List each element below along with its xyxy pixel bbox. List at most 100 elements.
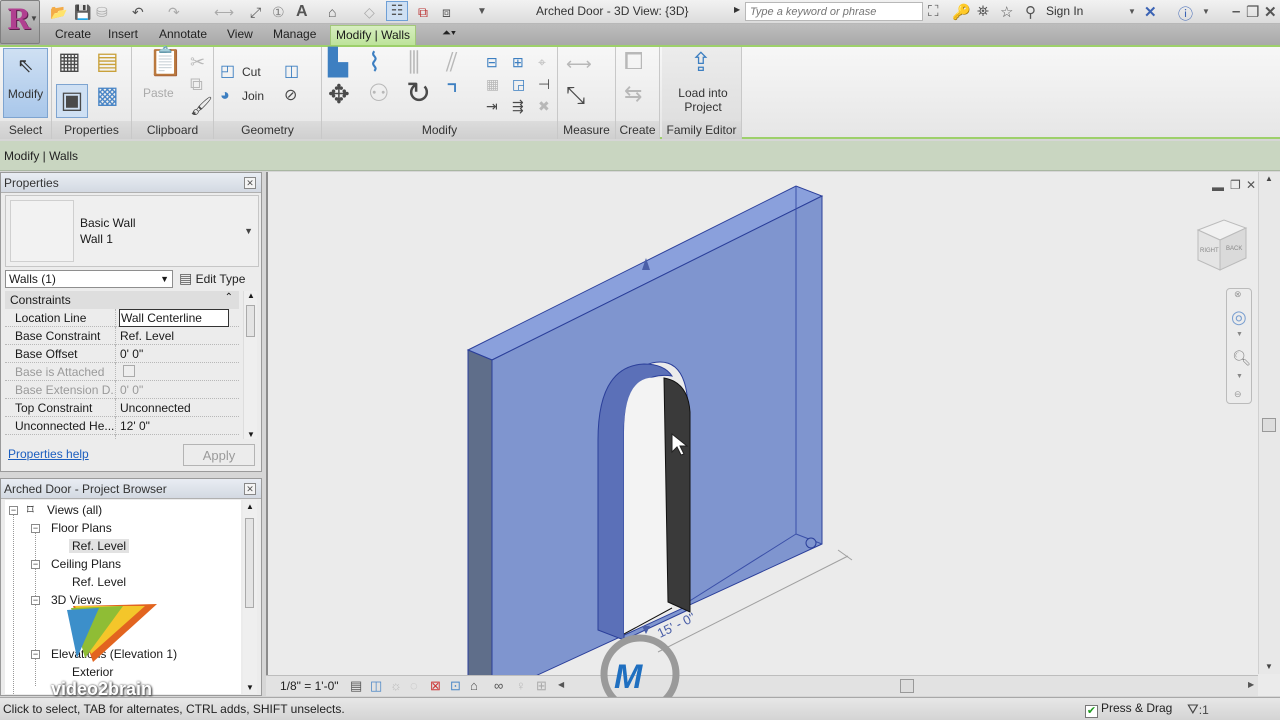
copy-icon[interactable]: ⧉ — [190, 74, 203, 94]
split-element-icon[interactable]: ⊟ — [486, 52, 498, 72]
properties-toggle-icon[interactable]: ▣ — [56, 84, 88, 118]
tree-node-exterior[interactable]: Exterior — [72, 665, 113, 679]
scroll-right-icon[interactable]: ▶ — [1248, 680, 1254, 689]
tree-node-ceiling-ref-level[interactable]: Ref. Level — [72, 575, 126, 589]
split-face-icon[interactable]: ⊘ — [284, 86, 297, 106]
horizontal-scrollbar-thumb[interactable] — [900, 679, 914, 693]
sign-in-dropdown-icon[interactable]: ▼ — [1128, 7, 1136, 16]
section-icon[interactable]: ◇ — [364, 4, 375, 20]
scroll-up-icon[interactable]: ▲ — [246, 502, 254, 511]
sign-in-button[interactable]: Sign In — [1046, 4, 1083, 18]
property-row[interactable]: Top Constraint Unconnected — [5, 399, 239, 417]
close-browser-icon[interactable]: ✕ — [244, 483, 256, 495]
type-selector[interactable]: Basic Wall Wall 1 ▼ — [5, 195, 259, 267]
close-icon[interactable]: ✕ — [1264, 3, 1277, 21]
visual-style-icon[interactable]: ◫ — [370, 678, 382, 694]
tab-view[interactable]: View — [227, 27, 253, 41]
location-line-field[interactable]: Wall Centerline — [119, 309, 229, 327]
tab-insert[interactable]: Insert — [108, 27, 138, 41]
offset-icon[interactable]: ⌇ — [368, 49, 381, 75]
detail-level-icon[interactable]: ▤ — [350, 678, 362, 694]
customize-qat-icon[interactable]: ▼ — [477, 4, 487, 20]
scroll-down-icon[interactable]: ▼ — [246, 683, 254, 692]
measure-icon[interactable]: ⟷ — [214, 4, 234, 20]
array-icon[interactable]: ▦ — [486, 74, 499, 94]
modify-button[interactable]: ⇖ Modify — [3, 48, 48, 118]
tree-node-floor-ref-level[interactable]: Ref. Level — [69, 539, 130, 553]
mirror-pick-axis-icon[interactable]: ⫼ — [408, 49, 420, 75]
save-icon[interactable]: 💾 — [74, 4, 91, 20]
mirror-draw-axis-icon[interactable]: ⫽ — [446, 49, 458, 75]
measure-between-icon[interactable]: ⟷ — [566, 54, 592, 74]
wall-joins-icon[interactable]: ◫ — [284, 62, 299, 82]
checkbox-checked-icon[interactable]: ✔ — [1085, 705, 1098, 718]
open-icon[interactable]: 📂 — [50, 4, 67, 20]
text-icon[interactable]: A — [296, 4, 308, 20]
instance-properties-icon[interactable]: ▩ — [96, 84, 119, 108]
view-close-icon[interactable]: ✕ — [1246, 178, 1256, 192]
properties-help-link[interactable]: Properties help — [8, 447, 89, 461]
cut-button[interactable]: Cut — [242, 65, 261, 79]
temporary-hide-icon[interactable]: ∞ — [494, 678, 503, 693]
view-minimize-icon[interactable]: ▬ — [1212, 180, 1224, 194]
reveal-hidden-icon[interactable]: ♀ — [516, 678, 526, 693]
copy-element-icon[interactable]: ⚇ — [368, 82, 390, 106]
crop-view-icon[interactable]: ⊠ — [430, 678, 441, 694]
move-icon[interactable]: ✥ — [328, 81, 350, 107]
minimize-ribbon-icon[interactable]: ⏶▾ — [442, 27, 456, 40]
join-button[interactable]: Join — [242, 89, 264, 103]
tree-node-floor-plans[interactable]: Floor Plans — [51, 521, 112, 535]
wall-3d-model[interactable]: 15' - 0" — [268, 172, 1280, 696]
load-into-project-icon[interactable]: ⇪ — [690, 49, 712, 75]
create-similar-icon[interactable]: ⧠ — [624, 50, 643, 74]
trim-single-icon[interactable]: ⇥ — [486, 96, 498, 116]
trim-extend-corner-icon[interactable]: ⌝ — [446, 81, 458, 107]
tab-annotate[interactable]: Annotate — [159, 27, 207, 41]
scroll-left-icon[interactable]: ◀ — [558, 680, 564, 689]
chevron-down-icon[interactable]: ▼ — [1236, 373, 1243, 380]
tree-node-views-all[interactable]: Views (all) — [47, 503, 102, 517]
aligned-dimension-icon[interactable]: ⤢ — [250, 4, 261, 20]
redo-icon[interactable]: ↷ — [168, 4, 180, 20]
rotate-icon[interactable]: ↻ — [406, 79, 431, 109]
subscription-center-icon[interactable]: 🔑 — [952, 3, 971, 21]
viewcube[interactable]: RIGHT BACK — [1192, 216, 1250, 274]
press-drag-toggle[interactable]: ✔ Press & Drag — [1085, 701, 1172, 718]
align-icon[interactable]: ▙ — [328, 49, 348, 75]
collapse-toggle[interactable]: − — [31, 524, 40, 533]
collapse-toggle[interactable]: − — [31, 560, 40, 569]
apply-button[interactable]: Apply — [183, 444, 255, 466]
scroll-up-icon[interactable]: ▲ — [1265, 174, 1273, 183]
scroll-down-icon[interactable]: ▼ — [1265, 662, 1273, 671]
browser-scrollbar[interactable]: ▲ ▼ — [243, 500, 257, 694]
default-3d-view-icon[interactable]: ⌂ — [328, 4, 336, 20]
scroll-up-icon[interactable]: ▲ — [247, 291, 255, 300]
nav-bar-close-icon[interactable]: ⊗ — [1234, 289, 1242, 300]
tab-manage[interactable]: Manage — [273, 27, 316, 41]
expand-search-icon[interactable]: ▶ — [734, 5, 740, 14]
property-row[interactable]: Base Constraint Ref. Level — [5, 327, 239, 345]
property-row[interactable]: Top Offset0' 0" — [5, 435, 239, 439]
group-header-constraints[interactable]: Constraints ⌃ — [5, 291, 239, 309]
join-geometry-icon[interactable]: ◕ — [220, 86, 230, 106]
instance-filter-dropdown[interactable]: Walls (1) ▼ — [5, 270, 173, 288]
scrollbar-thumb[interactable] — [245, 518, 254, 608]
trim-multiple-icon[interactable]: ⇶ — [512, 96, 524, 116]
split-gap-icon[interactable]: ⊞ — [512, 52, 524, 72]
properties-scrollbar[interactable]: ▲ ▼ — [243, 291, 257, 439]
lock-view-icon[interactable]: ⌂ — [470, 678, 478, 693]
tag-icon[interactable]: ① — [272, 4, 285, 20]
load-into-project-button[interactable]: Load into Project — [672, 86, 734, 114]
collapse-toggle[interactable]: − — [9, 506, 18, 515]
family-types-icon[interactable]: ▤ — [96, 50, 119, 74]
search-input[interactable] — [745, 2, 923, 21]
drawing-canvas[interactable]: 15' - 0" RIGHT BACK ▬ ❐ ✕ ⊗ ◎ ▼ 🔍︎ ▼ ⊖ — [266, 172, 1280, 696]
create-group-icon[interactable]: ⇆ — [624, 83, 642, 105]
property-row[interactable]: Base Offset 0' 0" — [5, 345, 239, 363]
aligned-dimension-tool-icon[interactable]: ⤡ — [566, 84, 585, 108]
close-hidden-windows-icon[interactable]: ⧉ — [418, 4, 428, 20]
unpin-icon[interactable]: ⌖ — [538, 52, 546, 72]
scale-icon[interactable]: ◲ — [512, 74, 525, 94]
edit-type-button[interactable]: ▤ Edit Type — [179, 270, 245, 287]
sun-path-icon[interactable]: ☼ — [390, 678, 402, 693]
